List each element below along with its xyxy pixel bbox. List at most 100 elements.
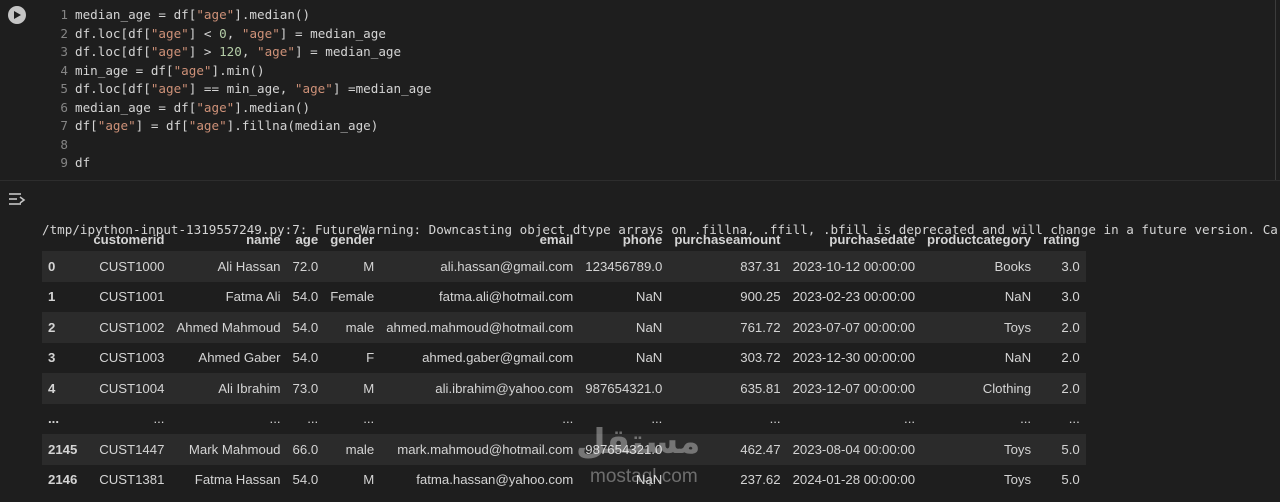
- row-index: 2145: [48, 441, 78, 457]
- table-cell: Ahmed Mahmoud: [176, 319, 281, 335]
- code-line[interactable]: 9 df: [0, 154, 90, 173]
- table-cell: NaN: [635, 289, 663, 305]
- table-body: 0 CUST1000 Ali Hassan 72.0 Mali.hassan@gmail…: [42, 251, 1086, 495]
- table-cell: Ahmed Gaber: [198, 350, 281, 366]
- column-header: rating: [1043, 231, 1080, 247]
- line-number: 9: [60, 155, 68, 170]
- code-text: df.loc[df["age"] > 120, "age"] = median_…: [75, 44, 402, 59]
- table-cell: 5.0: [1061, 441, 1080, 457]
- table-cell: 2.0: [1061, 380, 1080, 396]
- code-text: df.loc[df["age"] < 0, "age"] = median_ag…: [75, 25, 386, 41]
- cell-output: /tmp/ipython-input-1319557249.py:7: Futu…: [0, 180, 1280, 502]
- table-cell: CUST1002: [99, 319, 165, 335]
- table-cell: NaN: [1004, 289, 1032, 305]
- table-cell: Female: [330, 289, 375, 305]
- column-header: purchaseamount: [674, 231, 781, 247]
- table-cell: 123456789.0: [585, 258, 663, 274]
- row-index: 3: [48, 350, 56, 366]
- table-cell: 2023-12-30 00:00:00: [792, 350, 916, 366]
- table-cell: 2023-10-12 00:00:00: [792, 258, 916, 274]
- table-cell: 54.0: [292, 319, 319, 335]
- code-cell[interactable]: 1 median_age = df["age"].median() 2 df.loc[…: [0, 0, 1280, 180]
- column-header: [42, 227, 87, 251]
- code-text: median_age = df["age"].median(): [75, 7, 311, 22]
- table-cell: Toys: [1003, 441, 1032, 457]
- code-editor[interactable]: 1 median_age = df["age"].median() 2 df.loc[…: [0, 0, 1270, 180]
- output-actions-icon[interactable]: [6, 189, 28, 209]
- row-index: 2: [48, 319, 56, 335]
- column-header: email: [539, 231, 574, 247]
- code-line[interactable]: 4 min_age = df["age"].min(): [0, 62, 265, 81]
- table-cell: 2.0: [1061, 319, 1080, 335]
- play-icon: [14, 11, 21, 19]
- line-number: 5: [60, 81, 68, 96]
- table-cell: ali.hassan@gmail.com: [440, 258, 574, 274]
- table-cell: ahmed.mahmoud@hotmail.com: [386, 319, 574, 335]
- code-line[interactable]: 2 df.loc[df["age"] < 0, "age"] = median_a…: [0, 25, 386, 44]
- table-cell: NaN: [635, 319, 663, 335]
- table-cell: 2023-12-07 00:00:00: [792, 380, 916, 396]
- column-header: customerid: [93, 231, 165, 247]
- table-cell: 987654321.0: [585, 380, 663, 396]
- table-cell: Ali Ibrahim: [218, 380, 281, 396]
- table-cell: 837.31: [740, 258, 781, 274]
- table-cell: 2.0: [1061, 350, 1080, 366]
- dataframe-table: customerid name age gender email phone purchas…: [42, 227, 1086, 495]
- table-cell: ...: [1068, 411, 1080, 427]
- table-cell: 66.0: [292, 441, 319, 457]
- table-row: 2145 CUST1447 Mark Mahmoud 66.0 male mark.mah…: [42, 434, 1086, 465]
- table-row: 1 CUST1001 Fatma Ali 54.0 Female fatma.ali@ho…: [42, 281, 1086, 312]
- table-cell: M: [363, 380, 375, 396]
- table-cell: 73.0: [292, 380, 319, 396]
- table-cell: Clothing: [982, 380, 1032, 396]
- table-cell: ...: [904, 411, 916, 427]
- column-header: gender: [330, 231, 375, 247]
- table-cell: NaN: [635, 350, 663, 366]
- code-text: df: [75, 155, 91, 170]
- table-cell: CUST1381: [99, 472, 165, 488]
- table-cell: ...: [153, 411, 165, 427]
- line-number: 3: [60, 44, 68, 59]
- code-line[interactable]: 6 median_age = df["age"].median(): [0, 99, 310, 118]
- row-index: ...: [48, 411, 59, 427]
- run-cell-button[interactable]: [8, 6, 26, 24]
- table-cell: 54.0: [292, 289, 319, 305]
- table-cell: 2023-02-23 00:00:00: [792, 289, 916, 305]
- table-cell: 900.25: [740, 289, 781, 305]
- code-text: df["age"] = df["age"].fillna(median_age): [75, 118, 379, 133]
- table-cell: 2023-07-07 00:00:00: [792, 319, 916, 335]
- table-cell: NaN: [1004, 350, 1032, 366]
- table-cell: 237.62: [740, 472, 781, 488]
- table-row: 4 CUST1004 Ali Ibrahim 73.0 Mali.ibrahim@yah…: [42, 373, 1086, 404]
- column-header: phone: [622, 231, 663, 247]
- code-line[interactable]: 7 df["age"] = df["age"].fillna(median_age…: [0, 117, 378, 136]
- table-cell: Fatma Ali: [225, 289, 281, 305]
- table-header-row: customerid name age gender email phone purchas…: [42, 227, 1086, 251]
- table-cell: fatma.hassan@yahoo.com: [416, 472, 574, 488]
- table-cell: 462.47: [740, 441, 781, 457]
- table-cell: ahmed.gaber@gmail.com: [422, 350, 574, 366]
- table-row: .................................: [42, 403, 1086, 434]
- table-cell: ...: [1020, 411, 1032, 427]
- column-header: age: [295, 231, 319, 247]
- code-text: min_age = df["age"].min(): [75, 62, 265, 78]
- table-cell: F: [366, 350, 375, 366]
- table-cell: CUST1003: [99, 350, 165, 366]
- code-line[interactable]: 8: [0, 136, 75, 155]
- table-cell: Books: [994, 258, 1032, 274]
- table-row: 3 CUST1003 Ahmed Gaber 54.0 Fahmed.gaber@gma…: [42, 342, 1086, 373]
- code-text: df.loc[df["age"] == min_age, "age"] =med…: [75, 81, 432, 96]
- row-index: 2146: [48, 472, 78, 488]
- table-cell: Toys: [1003, 472, 1032, 488]
- table-cell: 2023-08-04 00:00:00: [792, 441, 916, 457]
- table-cell: ...: [363, 411, 375, 427]
- column-header: purchasedate: [829, 231, 916, 247]
- line-number: 2: [60, 25, 68, 41]
- line-number: 4: [60, 62, 68, 78]
- code-line[interactable]: 1 median_age = df["age"].median(): [0, 6, 310, 25]
- output-menu-icon: [9, 193, 26, 205]
- code-line[interactable]: 3 df.loc[df["age"] > 120, "age"] = median…: [0, 43, 401, 62]
- code-line[interactable]: 5 df.loc[df["age"] == min_age, "age"] =me…: [0, 80, 431, 99]
- table-cell: CUST1000: [99, 258, 165, 274]
- table-row: 2146 CUST1381 Fatma Hassan 54.0 Mfatma.hassa…: [42, 464, 1086, 495]
